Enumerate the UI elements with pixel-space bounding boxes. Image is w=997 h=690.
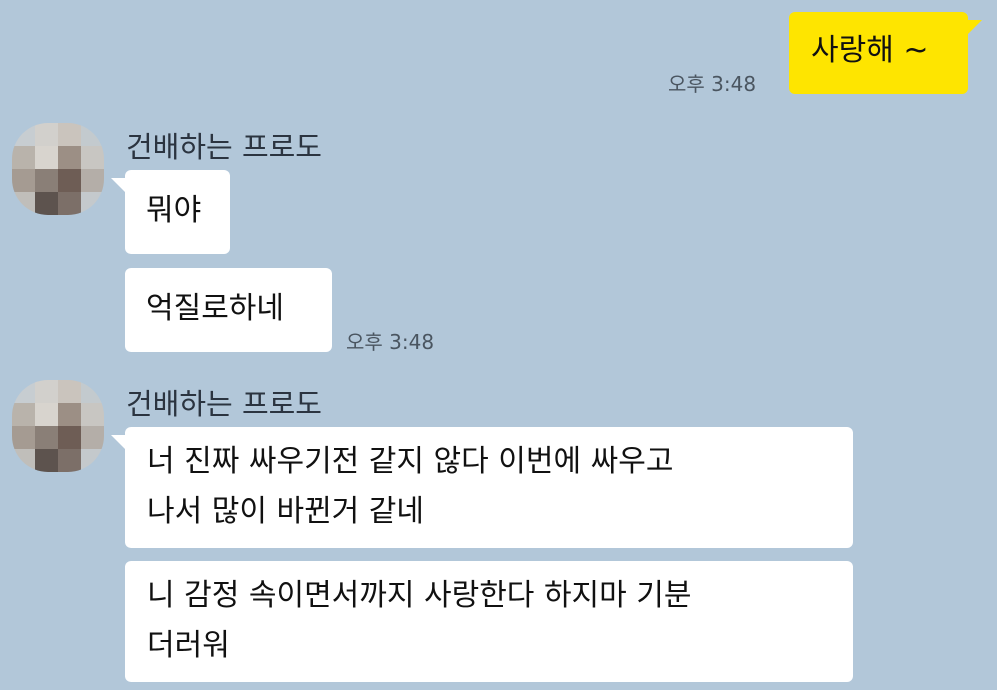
message-text: 억질로하네 [146, 291, 284, 326]
message-text: 니 감정 속이면서까지 사랑한다 하지마 기분 더러워 [147, 578, 692, 663]
avatar[interactable] [12, 380, 104, 472]
incoming-message-bubble[interactable]: 너 진짜 싸우기전 같지 않다 이번에 싸우고 나서 많이 바뀐거 같네 [111, 427, 853, 548]
avatar[interactable] [12, 123, 104, 215]
sender-name: 건배하는 프로도 [126, 130, 322, 164]
message-timestamp: 오후 3:48 [346, 330, 435, 354]
outgoing-message-bubble[interactable]: 사랑해 ~ [789, 12, 982, 94]
sender-name: 건배하는 프로도 [126, 387, 322, 421]
incoming-message-bubble[interactable]: 억질로하네 [125, 268, 332, 352]
incoming-message-bubble[interactable]: 뭐야 [111, 170, 230, 254]
message-text: 뭐야 [146, 193, 202, 228]
message-timestamp: 오후 3:48 [668, 72, 757, 96]
message-text: 사랑해 ~ [811, 33, 929, 68]
message-text: 너 진짜 싸우기전 같지 않다 이번에 싸우고 나서 많이 바뀐거 같네 [147, 444, 674, 529]
incoming-message-bubble[interactable]: 니 감정 속이면서까지 사랑한다 하지마 기분 더러워 [125, 561, 853, 682]
